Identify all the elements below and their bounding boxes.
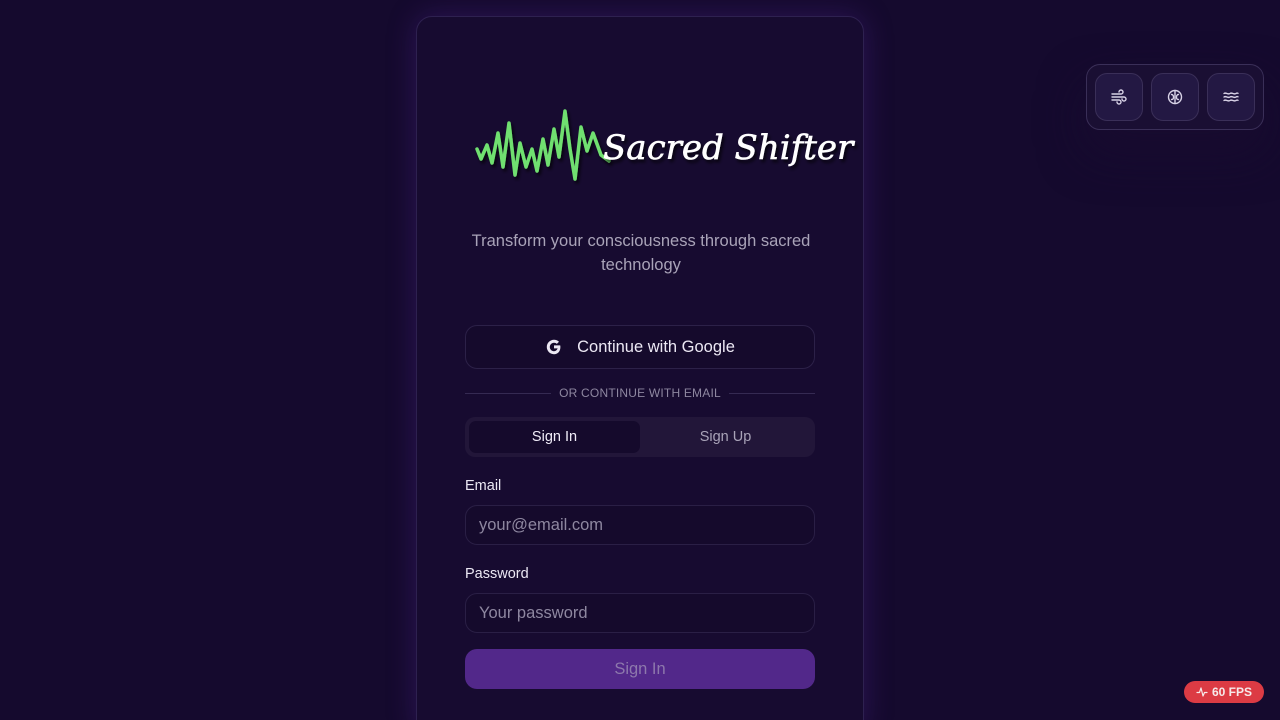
waveform-graphic <box>475 109 611 181</box>
email-field[interactable] <box>465 505 815 545</box>
consciousness-button[interactable] <box>1151 73 1199 121</box>
waves-icon <box>1223 92 1239 102</box>
wind-icon <box>1111 89 1127 105</box>
email-label: Email <box>465 478 502 494</box>
auth-card: Sacred Shifter Transform your consciousn… <box>416 16 864 720</box>
divider-text: OR CONTINUE WITH EMAIL <box>559 386 721 400</box>
fps-label: 60 FPS <box>1211 685 1253 699</box>
tab-sign-up[interactable]: Sign Up <box>640 421 811 453</box>
password-field[interactable] <box>465 593 815 633</box>
password-label: Password <box>465 566 529 582</box>
auth-tabs: Sign In Sign Up <box>465 417 815 457</box>
google-button-label: Continue with Google <box>577 337 735 356</box>
breath-button[interactable] <box>1095 73 1143 121</box>
pulse-icon <box>1196 687 1208 697</box>
google-icon <box>545 338 563 356</box>
mode-toolbar <box>1086 64 1264 130</box>
logo-text: Sacred Shifter <box>603 128 855 168</box>
email-divider: OR CONTINUE WITH EMAIL <box>465 385 815 401</box>
brain-icon <box>1167 89 1183 105</box>
divider-line <box>728 392 815 394</box>
sacred-shifter-logo: Sacred Shifter <box>473 89 855 189</box>
frequency-button[interactable] <box>1207 73 1255 121</box>
divider-line <box>465 392 552 394</box>
google-signin-button[interactable]: Continue with Google <box>465 325 815 369</box>
tab-sign-in[interactable]: Sign In <box>469 421 640 453</box>
fps-badge: 60 FPS <box>1184 681 1264 703</box>
sign-in-button[interactable]: Sign In <box>465 649 815 689</box>
tagline: Transform your consciousness through sac… <box>471 232 811 274</box>
